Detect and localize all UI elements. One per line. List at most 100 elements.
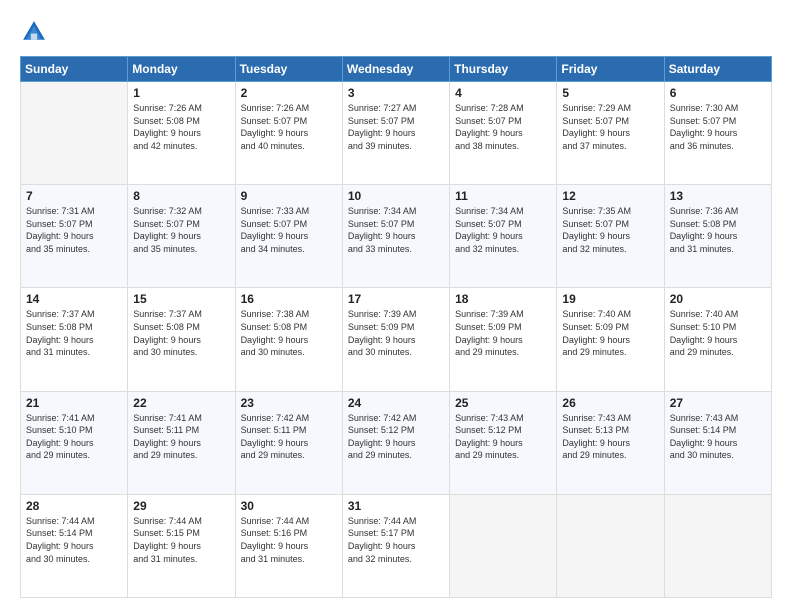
day-number: 26 — [562, 396, 658, 410]
day-info: Sunrise: 7:44 AM Sunset: 5:14 PM Dayligh… — [26, 515, 122, 565]
day-info: Sunrise: 7:44 AM Sunset: 5:17 PM Dayligh… — [348, 515, 444, 565]
calendar-cell: 22 Sunrise: 7:41 AM Sunset: 5:11 PM Dayli… — [128, 391, 235, 494]
calendar-cell: 12 Sunrise: 7:35 AM Sunset: 5:07 PM Dayli… — [557, 185, 664, 288]
day-number: 11 — [455, 189, 551, 203]
calendar-cell: 7 Sunrise: 7:31 AM Sunset: 5:07 PM Daylig… — [21, 185, 128, 288]
calendar-cell: 14Sunrise: 7:37 AM Sunset: 5:08 PM Dayli… — [21, 288, 128, 391]
day-number: 31 — [348, 499, 444, 513]
day-number: 15 — [133, 292, 229, 306]
day-info: Sunrise: 7:44 AM Sunset: 5:16 PM Dayligh… — [241, 515, 337, 565]
calendar-cell — [664, 494, 771, 597]
calendar-cell: 19 Sunrise: 7:40 AM Sunset: 5:09 PM Dayli… — [557, 288, 664, 391]
day-number: 22 — [133, 396, 229, 410]
day-number: 6 — [670, 86, 766, 100]
calendar-page: SundayMondayTuesdayWednesdayThursdayFrid… — [0, 0, 792, 612]
day-number: 28 — [26, 499, 122, 513]
day-number: 21 — [26, 396, 122, 410]
day-info: Sunrise: 7:40 AM Sunset: 5:09 PM Dayligh… — [562, 308, 658, 358]
day-number: 5 — [562, 86, 658, 100]
day-info: Sunrise: 7:36 AM Sunset: 5:08 PM Dayligh… — [670, 205, 766, 255]
day-number: 27 — [670, 396, 766, 410]
calendar-cell: 18 Sunrise: 7:39 AM Sunset: 5:09 PM Dayli… — [450, 288, 557, 391]
day-info: Sunrise: 7:41 AM Sunset: 5:11 PM Dayligh… — [133, 412, 229, 462]
day-number: 2 — [241, 86, 337, 100]
calendar-cell: 28 Sunrise: 7:44 AM Sunset: 5:14 PM Dayli… — [21, 494, 128, 597]
day-number: 25 — [455, 396, 551, 410]
calendar-cell: 31 Sunrise: 7:44 AM Sunset: 5:17 PM Dayli… — [342, 494, 449, 597]
calendar-cell: 3 Sunrise: 7:27 AM Sunset: 5:07 PM Daylig… — [342, 82, 449, 185]
day-info: Sunrise: 7:37 AM Sunset: 5:08 PM Dayligh… — [133, 308, 229, 358]
day-info: Sunrise: 7:38 AM Sunset: 5:08 PM Dayligh… — [241, 308, 337, 358]
day-number: 1 — [133, 86, 229, 100]
day-info: Sunrise: 7:44 AM Sunset: 5:15 PM Dayligh… — [133, 515, 229, 565]
calendar-cell — [557, 494, 664, 597]
day-number: 3 — [348, 86, 444, 100]
day-info: Sunrise: 7:29 AM Sunset: 5:07 PM Dayligh… — [562, 102, 658, 152]
weekday-header-monday: Monday — [128, 57, 235, 82]
calendar-cell: 17Sunrise: 7:39 AM Sunset: 5:09 PM Dayli… — [342, 288, 449, 391]
day-number: 9 — [241, 189, 337, 203]
calendar-cell: 11 Sunrise: 7:34 AM Sunset: 5:07 PM Dayli… — [450, 185, 557, 288]
calendar-cell — [450, 494, 557, 597]
calendar-cell: 1 Sunrise: 7:26 AM Sunset: 5:08 PM Daylig… — [128, 82, 235, 185]
day-number: 16 — [241, 292, 337, 306]
day-number: 10 — [348, 189, 444, 203]
day-number: 19 — [562, 292, 658, 306]
logo-icon — [20, 18, 48, 46]
day-info: Sunrise: 7:34 AM Sunset: 5:07 PM Dayligh… — [348, 205, 444, 255]
day-number: 8 — [133, 189, 229, 203]
calendar-table: SundayMondayTuesdayWednesdayThursdayFrid… — [20, 56, 772, 598]
calendar-cell: 24 Sunrise: 7:42 AM Sunset: 5:12 PM Dayli… — [342, 391, 449, 494]
calendar-cell: 27 Sunrise: 7:43 AM Sunset: 5:14 PM Dayli… — [664, 391, 771, 494]
calendar-cell — [21, 82, 128, 185]
calendar-cell: 4 Sunrise: 7:28 AM Sunset: 5:07 PM Daylig… — [450, 82, 557, 185]
day-info: Sunrise: 7:42 AM Sunset: 5:12 PM Dayligh… — [348, 412, 444, 462]
day-number: 18 — [455, 292, 551, 306]
day-number: 23 — [241, 396, 337, 410]
header — [20, 18, 772, 46]
calendar-cell: 29Sunrise: 7:44 AM Sunset: 5:15 PM Dayli… — [128, 494, 235, 597]
day-info: Sunrise: 7:35 AM Sunset: 5:07 PM Dayligh… — [562, 205, 658, 255]
day-info: Sunrise: 7:31 AM Sunset: 5:07 PM Dayligh… — [26, 205, 122, 255]
calendar-cell: 8Sunrise: 7:32 AM Sunset: 5:07 PM Daylig… — [128, 185, 235, 288]
day-number: 17 — [348, 292, 444, 306]
day-info: Sunrise: 7:37 AM Sunset: 5:08 PM Dayligh… — [26, 308, 122, 358]
day-info: Sunrise: 7:28 AM Sunset: 5:07 PM Dayligh… — [455, 102, 551, 152]
day-info: Sunrise: 7:34 AM Sunset: 5:07 PM Dayligh… — [455, 205, 551, 255]
logo — [20, 18, 52, 46]
calendar-cell: 23 Sunrise: 7:42 AM Sunset: 5:11 PM Dayli… — [235, 391, 342, 494]
day-number: 7 — [26, 189, 122, 203]
day-number: 24 — [348, 396, 444, 410]
weekday-header-thursday: Thursday — [450, 57, 557, 82]
calendar-cell: 21Sunrise: 7:41 AM Sunset: 5:10 PM Dayli… — [21, 391, 128, 494]
calendar-cell: 10 Sunrise: 7:34 AM Sunset: 5:07 PM Dayli… — [342, 185, 449, 288]
day-info: Sunrise: 7:43 AM Sunset: 5:12 PM Dayligh… — [455, 412, 551, 462]
calendar-cell: 30Sunrise: 7:44 AM Sunset: 5:16 PM Dayli… — [235, 494, 342, 597]
weekday-header-sunday: Sunday — [21, 57, 128, 82]
day-number: 20 — [670, 292, 766, 306]
calendar-cell: 20 Sunrise: 7:40 AM Sunset: 5:10 PM Dayli… — [664, 288, 771, 391]
day-info: Sunrise: 7:33 AM Sunset: 5:07 PM Dayligh… — [241, 205, 337, 255]
weekday-header-tuesday: Tuesday — [235, 57, 342, 82]
calendar-cell: 26 Sunrise: 7:43 AM Sunset: 5:13 PM Dayli… — [557, 391, 664, 494]
day-number: 13 — [670, 189, 766, 203]
day-info: Sunrise: 7:26 AM Sunset: 5:07 PM Dayligh… — [241, 102, 337, 152]
calendar-cell: 15 Sunrise: 7:37 AM Sunset: 5:08 PM Dayli… — [128, 288, 235, 391]
calendar-cell: 25 Sunrise: 7:43 AM Sunset: 5:12 PM Dayli… — [450, 391, 557, 494]
calendar-cell: 6 Sunrise: 7:30 AM Sunset: 5:07 PM Daylig… — [664, 82, 771, 185]
calendar-cell: 2 Sunrise: 7:26 AM Sunset: 5:07 PM Daylig… — [235, 82, 342, 185]
day-info: Sunrise: 7:43 AM Sunset: 5:13 PM Dayligh… — [562, 412, 658, 462]
day-info: Sunrise: 7:27 AM Sunset: 5:07 PM Dayligh… — [348, 102, 444, 152]
day-info: Sunrise: 7:26 AM Sunset: 5:08 PM Dayligh… — [133, 102, 229, 152]
day-info: Sunrise: 7:30 AM Sunset: 5:07 PM Dayligh… — [670, 102, 766, 152]
day-info: Sunrise: 7:39 AM Sunset: 5:09 PM Dayligh… — [455, 308, 551, 358]
day-number: 12 — [562, 189, 658, 203]
weekday-header-wednesday: Wednesday — [342, 57, 449, 82]
day-info: Sunrise: 7:42 AM Sunset: 5:11 PM Dayligh… — [241, 412, 337, 462]
calendar-cell: 5 Sunrise: 7:29 AM Sunset: 5:07 PM Daylig… — [557, 82, 664, 185]
weekday-header-saturday: Saturday — [664, 57, 771, 82]
day-number: 4 — [455, 86, 551, 100]
calendar-cell: 9 Sunrise: 7:33 AM Sunset: 5:07 PM Daylig… — [235, 185, 342, 288]
day-info: Sunrise: 7:40 AM Sunset: 5:10 PM Dayligh… — [670, 308, 766, 358]
day-info: Sunrise: 7:43 AM Sunset: 5:14 PM Dayligh… — [670, 412, 766, 462]
